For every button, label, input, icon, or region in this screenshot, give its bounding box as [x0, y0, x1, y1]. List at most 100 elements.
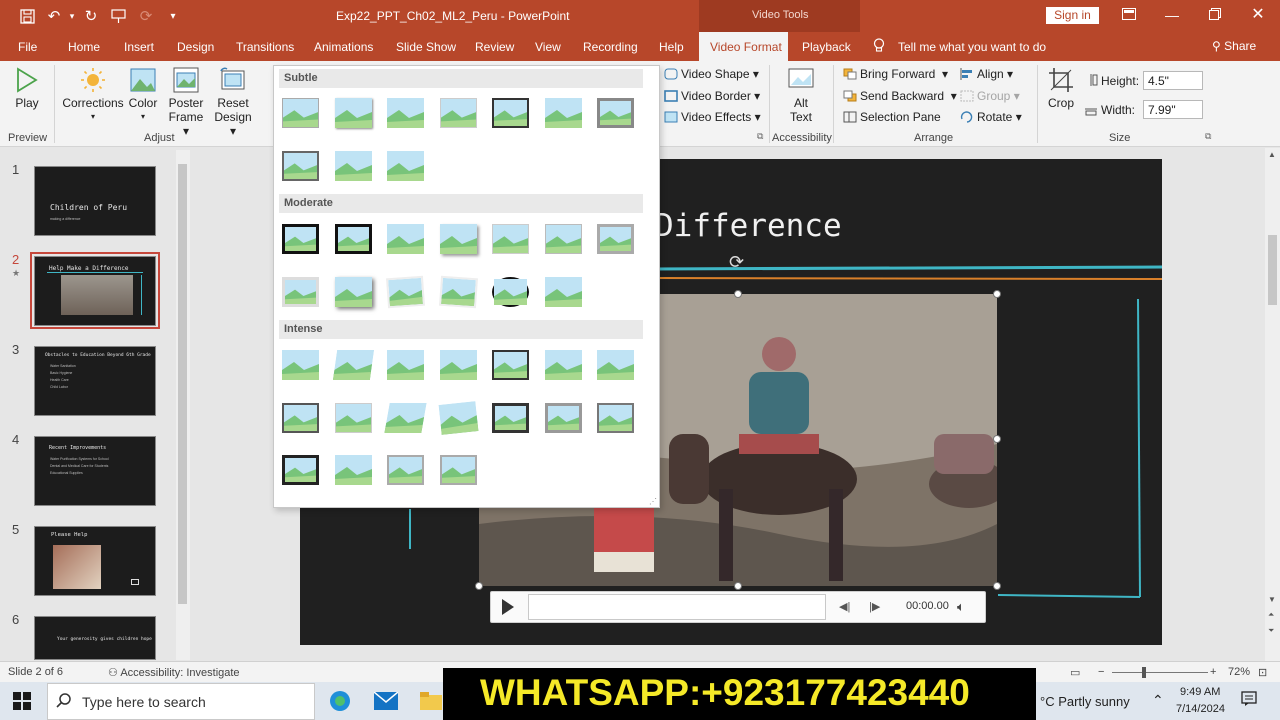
present-icon[interactable]	[108, 6, 128, 26]
zoom-slider[interactable]	[1112, 672, 1208, 673]
video-style-preset[interactable]	[387, 455, 424, 485]
video-style-preset[interactable]	[439, 98, 477, 128]
slide-scrollbar[interactable]: ▲ ▼ ⏶ ⏷	[1265, 148, 1280, 661]
thumbnail-scrollbar[interactable]	[176, 150, 190, 660]
notifications-icon[interactable]	[1241, 691, 1257, 710]
video-style-preset[interactable]	[282, 277, 319, 307]
corrections-button[interactable]: Corrections ▾	[62, 67, 124, 124]
video-style-preset[interactable]	[544, 224, 582, 254]
video-border-button[interactable]: Video Border ▾	[664, 89, 760, 103]
ribbon-display-icon[interactable]	[1117, 5, 1141, 25]
rotate-handle-icon[interactable]: ⟳	[729, 252, 744, 273]
video-style-preset[interactable]	[492, 403, 529, 433]
video-style-preset[interactable]	[492, 277, 529, 307]
customize-qat-icon[interactable]: ▾	[163, 6, 183, 26]
fit-slide-icon[interactable]: ⊡	[1258, 666, 1267, 679]
thumbnail-scroll-thumb[interactable]	[178, 164, 187, 604]
color-button[interactable]: Color ▾	[126, 67, 160, 124]
slide-title[interactable]: Difference	[655, 208, 842, 244]
video-style-preset[interactable]	[282, 350, 319, 380]
align-button[interactable]: Align ▾	[960, 67, 1013, 81]
zoom-slider-thumb[interactable]	[1142, 667, 1146, 678]
rotate-button[interactable]: Rotate ▾	[960, 110, 1022, 124]
video-style-preset[interactable]	[334, 98, 372, 128]
slide-thumbnail-6[interactable]: Your generosity gives children hope	[34, 616, 156, 660]
video-style-preset[interactable]	[544, 277, 582, 307]
resize-handle[interactable]	[993, 435, 1001, 443]
resize-handle[interactable]	[475, 582, 483, 590]
minimize-icon[interactable]: —	[1160, 5, 1184, 25]
volume-icon[interactable]: 🔈︎	[957, 599, 965, 615]
height-input[interactable]: 4.5"	[1143, 71, 1203, 90]
sign-in-button[interactable]: Sign in	[1046, 7, 1099, 24]
video-style-preset[interactable]	[282, 403, 319, 433]
video-style-preset[interactable]	[597, 224, 634, 254]
video-style-preset[interactable]	[334, 151, 372, 181]
tab-home[interactable]: Home	[68, 40, 100, 54]
video-style-preset[interactable]	[492, 98, 529, 128]
bring-forward-button[interactable]: Bring Forward ▾	[843, 67, 948, 81]
taskbar-date[interactable]: 7/14/2024	[1176, 703, 1225, 715]
tab-video-format[interactable]: Video Format	[710, 40, 782, 54]
resize-handle[interactable]	[993, 290, 1001, 298]
video-style-preset[interactable]	[544, 403, 582, 433]
play-button[interactable]: Play	[12, 67, 42, 110]
tab-recording[interactable]: Recording	[583, 40, 638, 54]
zoom-in-icon[interactable]: +	[1210, 666, 1216, 678]
tab-playback[interactable]: Playback	[802, 40, 851, 54]
share-button[interactable]: ⚲ Share	[1212, 39, 1256, 53]
video-style-preset[interactable]	[387, 224, 424, 254]
mail-icon[interactable]	[373, 691, 399, 713]
video-style-preset[interactable]	[439, 224, 477, 254]
video-style-preset[interactable]	[387, 151, 424, 181]
tray-overflow-icon[interactable]: ⌃	[1152, 692, 1164, 709]
video-style-preset[interactable]	[597, 403, 634, 433]
video-effects-button[interactable]: Video Effects ▾	[664, 110, 761, 124]
tab-transitions[interactable]: Transitions	[236, 40, 294, 54]
video-shape-button[interactable]: Video Shape ▾	[664, 67, 759, 81]
video-style-preset[interactable]	[282, 151, 319, 181]
video-style-preset[interactable]	[334, 403, 372, 433]
slide-thumbnail-3[interactable]: Obstacles to Education Beyond 6th Grade …	[34, 346, 156, 416]
scroll-thumb[interactable]	[1268, 235, 1277, 305]
media-timeline[interactable]	[528, 594, 826, 620]
slide-thumbnail-1[interactable]: Children of Peru making a difference	[34, 166, 156, 236]
undo-dropdown-icon[interactable]: ▾	[62, 6, 82, 26]
video-style-preset[interactable]	[334, 277, 372, 307]
redo-icon[interactable]: ↻	[81, 6, 101, 26]
slide-thumbnail-2[interactable]: Help Make a Difference	[34, 256, 156, 326]
resize-handle[interactable]	[734, 290, 742, 298]
video-style-preset[interactable]	[387, 350, 424, 380]
video-style-preset[interactable]	[282, 98, 319, 128]
video-style-preset[interactable]	[544, 98, 582, 128]
edge-browser-icon[interactable]	[329, 690, 351, 715]
slide-thumbnail-4[interactable]: Recent Improvements Water Purification S…	[34, 436, 156, 506]
video-style-preset[interactable]	[439, 455, 477, 485]
video-style-preset[interactable]	[492, 224, 529, 254]
step-forward-icon[interactable]: |▶	[869, 600, 880, 613]
resize-grip-icon[interactable]: ⋰	[649, 497, 657, 506]
weather-widget[interactable]: °C Partly sunny	[1040, 694, 1130, 709]
video-style-preset[interactable]	[334, 455, 372, 485]
tab-design[interactable]: Design	[177, 40, 214, 54]
alt-text-button[interactable]: Alt Text	[784, 67, 818, 124]
scroll-down-icon[interactable]: ▼	[1268, 595, 1276, 604]
accessibility-status[interactable]: ⚇ Accessibility: Investigate	[108, 666, 240, 679]
size-dialog-launcher-icon[interactable]: ⧉	[1205, 131, 1211, 142]
selection-pane-button[interactable]: Selection Pane	[843, 110, 941, 124]
play-media-icon[interactable]	[501, 598, 515, 619]
video-style-preset[interactable]	[597, 98, 634, 128]
tell-me-search[interactable]: Tell me what you want to do	[898, 40, 1046, 54]
video-style-preset[interactable]	[438, 401, 478, 435]
resize-handle[interactable]	[734, 582, 742, 590]
reset-design-button[interactable]: Reset Design ▾	[210, 67, 256, 138]
poster-frame-button[interactable]: Poster Frame ▾	[165, 67, 207, 138]
video-style-preset[interactable]	[282, 455, 319, 485]
video-style-preset[interactable]	[438, 275, 478, 309]
video-style-preset[interactable]	[282, 224, 319, 254]
slide-thumbnail-5[interactable]: Please Help	[34, 526, 156, 596]
resize-handle[interactable]	[993, 582, 1001, 590]
video-style-preset[interactable]	[387, 98, 424, 128]
step-back-icon[interactable]: ◀|	[839, 600, 850, 613]
tab-view[interactable]: View	[535, 40, 561, 54]
